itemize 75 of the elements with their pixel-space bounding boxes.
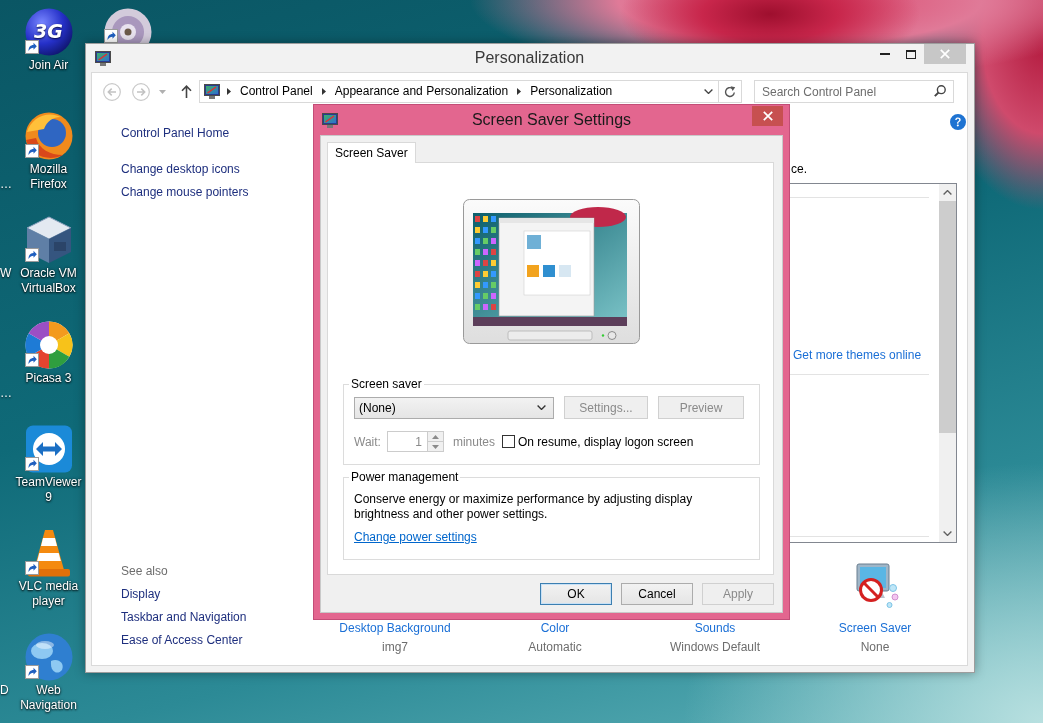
address-bar[interactable]: Control Panel Appearance and Personalization Personalization: [199, 80, 742, 103]
monitor-icon: [322, 112, 338, 128]
logo-text: 3G: [34, 21, 63, 41]
breadcrumb-separator-icon[interactable]: [227, 88, 231, 95]
checkbox-label[interactable]: On resume, display logon screen: [517, 434, 694, 449]
close-button[interactable]: [752, 106, 783, 126]
see-also-heading: See also: [121, 564, 168, 578]
chevron-down-icon: [943, 531, 952, 536]
ok-button[interactable]: OK: [540, 583, 612, 605]
desktop-icon-label: W: [0, 266, 12, 282]
sidebar-link[interactable]: Taskbar and Navigation: [121, 610, 247, 624]
triangle-up-icon: [431, 434, 439, 439]
desktop-icon-label: Web Navigation: [19, 683, 78, 714]
setting-link[interactable]: Sounds: [694, 621, 736, 635]
checkbox[interactable]: [501, 435, 515, 448]
scrollbar-thumb[interactable]: [939, 201, 956, 433]
power-description: Conserve energy or maximize performance by adjusting display brightness and other power settings.: [354, 492, 694, 522]
desktop-icon-label: Picasa 3: [24, 370, 73, 386]
desktop-icon-label: TeamViewer 9: [14, 474, 83, 505]
tab[interactable]: Screen Saver: [327, 142, 416, 163]
setting-value: Automatic: [528, 640, 582, 654]
search-field[interactable]: Search Control Panel: [754, 80, 954, 103]
refresh-icon: [724, 85, 736, 98]
wait-label: Wait:: [354, 434, 381, 449]
sidebar-link[interactable]: Change desktop icons: [121, 162, 240, 176]
sidebar-link[interactable]: Display: [121, 587, 161, 601]
dialog-title: Screen Saver Settings: [471, 110, 632, 130]
setting-value: Windows Default: [669, 640, 760, 654]
monitor-icon: [204, 84, 220, 99]
spin-up-button[interactable]: [426, 431, 444, 442]
sidebar-link[interactable]: Control Panel Home: [121, 126, 230, 140]
desktop-icon-label: Join Air: [27, 58, 70, 73]
setting-value: None: [860, 640, 890, 654]
search-icon[interactable]: [934, 85, 946, 97]
breadcrumb-item[interactable]: Control Panel: [240, 84, 313, 99]
breadcrumb-separator-icon[interactable]: [517, 88, 522, 95]
screen-saver-dropdown[interactable]: (None): [354, 396, 554, 419]
close-icon: [940, 49, 950, 59]
chevron-down-icon: [703, 89, 713, 94]
monitor-icon: [95, 50, 111, 66]
chevron-up-icon: [943, 190, 952, 195]
desktop-icon-label: D: [0, 683, 9, 699]
up-arrow-icon: [181, 85, 192, 98]
breadcrumb-separator-icon[interactable]: [321, 88, 326, 95]
minimize-icon: [880, 53, 890, 55]
triangle-down-icon: [431, 444, 439, 449]
online-themes-link[interactable]: Get more themes online: [793, 348, 922, 362]
breadcrumb-item[interactable]: Personalization: [530, 84, 613, 99]
intro-text: ce.: [791, 162, 807, 176]
setting-value: img7: [382, 640, 408, 654]
spin-down-button[interactable]: [426, 442, 444, 452]
close-icon: [762, 111, 773, 121]
globe-icon[interactable]: [24, 633, 73, 682]
desktop-icon-label: Oracle VM VirtualBox: [19, 266, 78, 297]
desktop-icon-label: …: [0, 177, 12, 193]
minutes-label: minutes: [452, 434, 495, 449]
desktop-icon-label: Mozilla Firefox: [28, 162, 69, 193]
breadcrumb-item[interactable]: Appearance and Personalization: [334, 84, 509, 99]
desktop-icon-label: …: [0, 385, 12, 401]
setting-link[interactable]: Desktop Background: [339, 621, 451, 635]
desktop-icon-label: VLC media player: [17, 578, 80, 609]
cancel-button[interactable]: Cancel: [621, 583, 693, 605]
setting-link[interactable]: Screen Saver: [838, 621, 912, 635]
sidebar-link[interactable]: Ease of Access Center: [121, 633, 243, 647]
group-legend: Screen saver: [349, 377, 424, 391]
window-title: Personalization: [474, 48, 585, 68]
setting-link[interactable]: Color: [540, 621, 570, 635]
caret-icon: [159, 89, 166, 94]
power-settings-link[interactable]: Change power settings: [354, 530, 477, 544]
help-icon[interactable]: [950, 114, 966, 130]
up-button[interactable]: [181, 85, 192, 98]
maximize-icon: [906, 49, 916, 59]
group-legend: Power management: [349, 470, 461, 484]
sidebar-link[interactable]: Change mouse pointers: [121, 185, 249, 199]
chevron-down-icon: [537, 405, 546, 410]
